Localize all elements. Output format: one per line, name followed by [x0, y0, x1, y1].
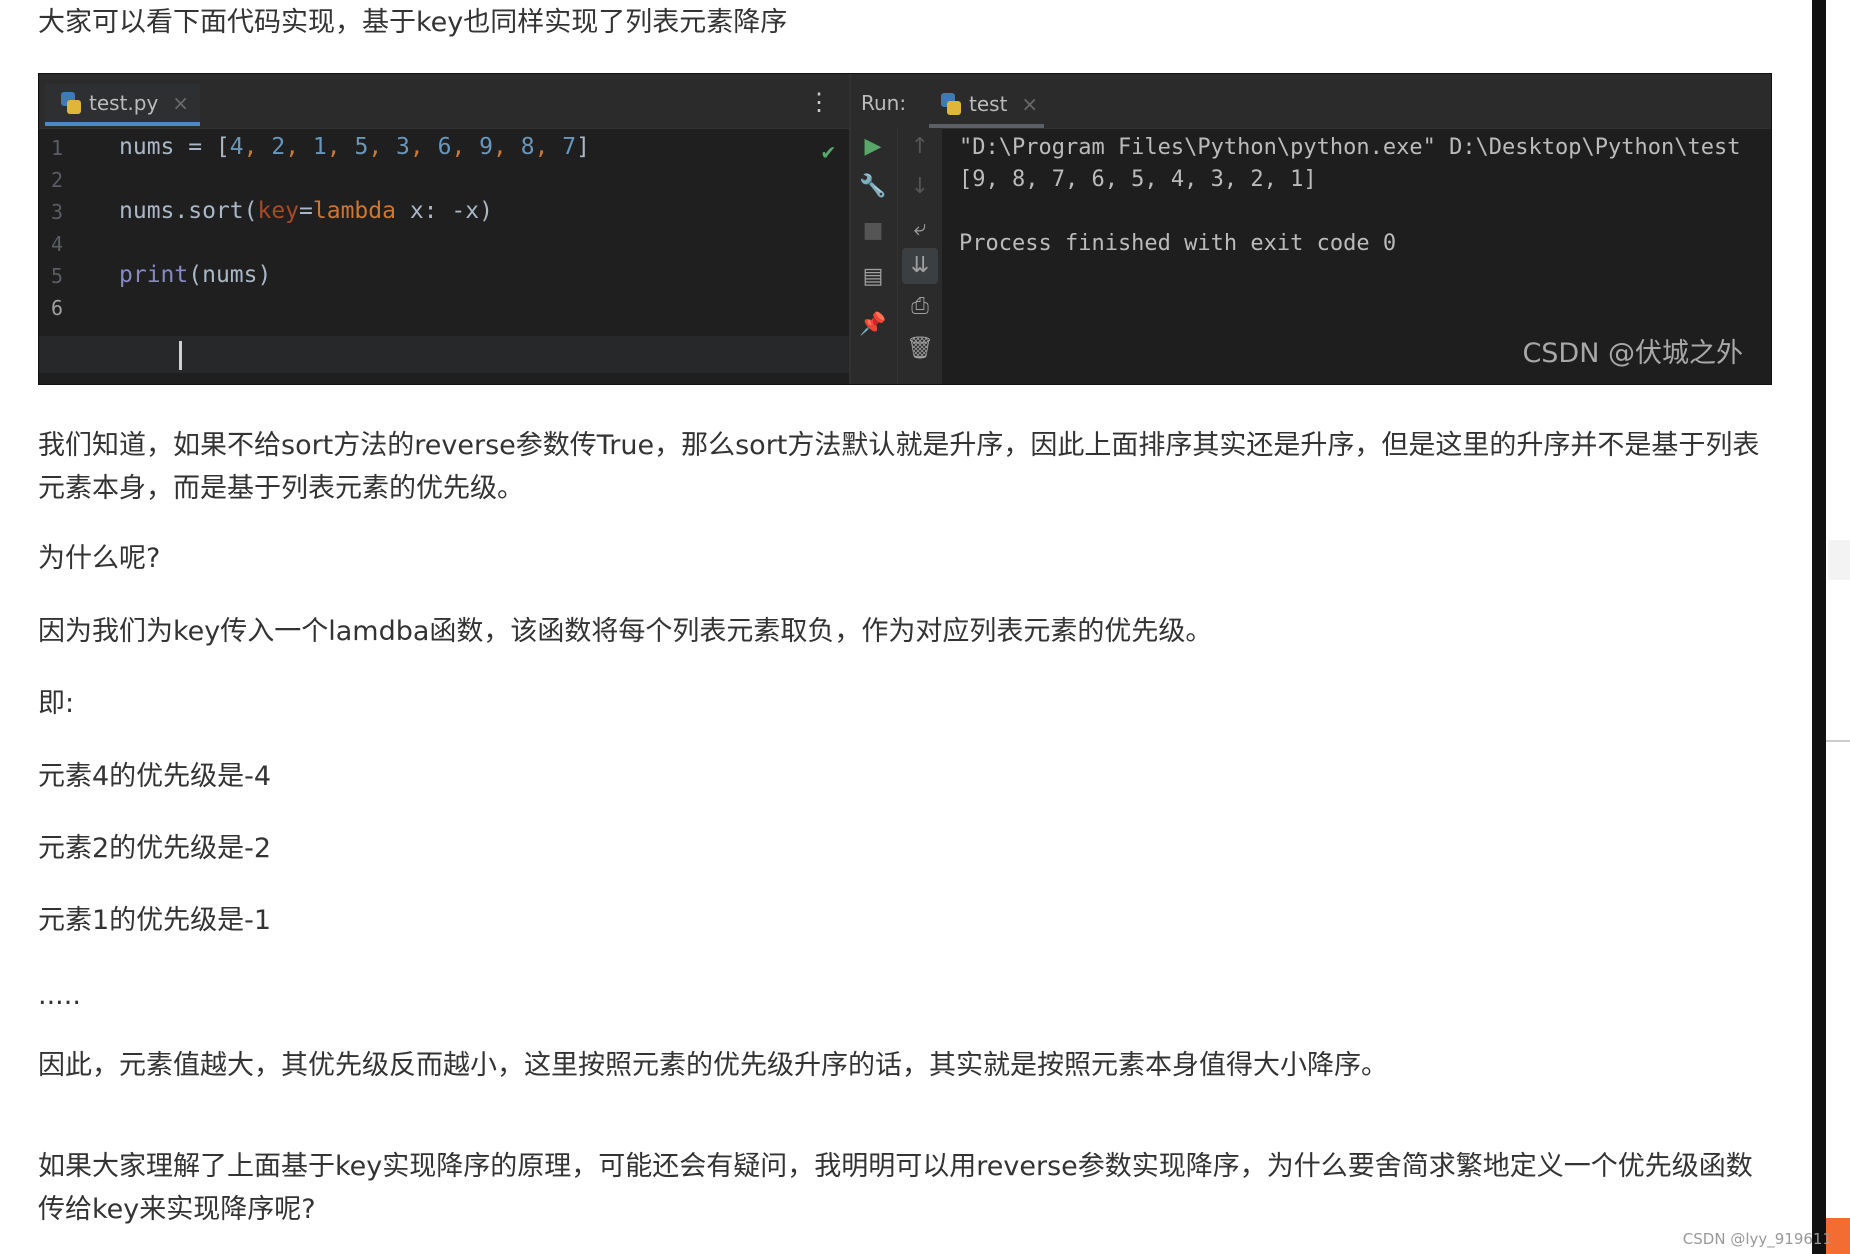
- code-token: (nums): [188, 262, 272, 288]
- current-line-highlight: [39, 336, 849, 373]
- run-tab-test[interactable]: test ×: [929, 84, 1044, 128]
- line-number: 4: [51, 232, 64, 256]
- code-token: nums.sort(: [119, 198, 258, 224]
- soft-wrap-icon[interactable]: ⤶: [898, 216, 942, 241]
- trash-icon[interactable]: 🗑: [898, 336, 942, 361]
- text-caret: [179, 341, 182, 370]
- code-number: 6: [437, 134, 452, 160]
- run-toolbar-right: ↑ ↓ ⤶ ⇊ ⎙ 🗑: [897, 128, 942, 384]
- code-param: key: [257, 198, 300, 224]
- paragraph: .....: [38, 980, 81, 1011]
- editor-tab-test-py[interactable]: test.py ×: [45, 84, 200, 126]
- editor-tab-bar: test.py × ⋮: [39, 74, 849, 129]
- editor-tab-label: test.py: [89, 91, 159, 115]
- paragraph: 为什么呢?: [38, 543, 161, 574]
- print-icon[interactable]: ⎙: [898, 294, 942, 319]
- code-line-1[interactable]: nums = [4, 2, 1, 5, 3, 6, 9, 8, 7]: [119, 134, 590, 160]
- paragraph: 因为我们为key传入一个lamdba函数，该函数将每个列表元素取负，作为对应列表…: [38, 616, 1213, 647]
- console-line: Process finished with exit code 0: [959, 231, 1397, 256]
- close-icon[interactable]: ×: [172, 91, 189, 115]
- paragraph: 因此，元素值越大，其优先级反而越小，这里按照元素的优先级升序的话，其实就是按照元…: [38, 1050, 1388, 1081]
- wrench-icon[interactable]: 🔧: [851, 174, 895, 199]
- python-file-icon: [61, 92, 81, 114]
- code-builtin: print: [119, 262, 189, 288]
- code-token: ]: [576, 134, 590, 160]
- paragraph: 如果大家理解了上面基于key实现降序的原理，可能还会有疑问，我明明可以用reve…: [38, 1151, 1753, 1225]
- line-gutter: 1 2 3 4 5 6: [39, 128, 99, 384]
- code-line-3[interactable]: nums.sort(key=lambda x: -x): [119, 198, 493, 224]
- code-comma: ,: [493, 134, 521, 160]
- code-token: x: -x): [395, 198, 493, 224]
- line-number: 3: [51, 200, 64, 224]
- code-number: 5: [354, 134, 369, 160]
- code-token: =: [299, 198, 313, 224]
- run-label: Run:: [861, 91, 907, 115]
- run-tab-label: test: [969, 92, 1008, 116]
- ide-screenshot: test.py × ⋮ 1 2 3 4 5 6 nums = [4, 2, 1,…: [38, 73, 1772, 385]
- csdn-watermark: CSDN @伏城之外: [1522, 338, 1743, 369]
- arrow-down-icon[interactable]: ↓: [898, 174, 942, 199]
- check-icon: ✔: [821, 140, 835, 165]
- code-number: 9: [479, 134, 494, 160]
- code-comma: ,: [243, 134, 272, 160]
- scroll-end-icon[interactable]: ⇊: [902, 248, 938, 284]
- code-number: 8: [520, 134, 535, 160]
- code-number: 7: [562, 134, 577, 160]
- side-panel-tab[interactable]: [1828, 540, 1850, 580]
- run-toolbar-left: ▶ 🔧 ■ ▤ 📌: [851, 128, 897, 384]
- line-number: 6: [51, 296, 64, 320]
- console-line: "D:\Program Files\Python\python.exe" D:\…: [959, 135, 1741, 160]
- code-comma: ,: [326, 134, 355, 160]
- intro-paragraph: 大家可以看下面代码实现，基于key也同样实现了列表元素降序: [38, 7, 788, 38]
- close-icon[interactable]: ×: [1021, 92, 1038, 116]
- code-comma: ,: [534, 134, 563, 160]
- console-line: [9, 8, 7, 6, 5, 4, 3, 2, 1]: [959, 167, 1317, 192]
- arrow-up-icon[interactable]: ↑: [898, 134, 942, 159]
- footer-watermark: CSDN @lyy_919611: [1682, 1230, 1832, 1248]
- run-tab-bar: Run: test ×: [851, 74, 1771, 129]
- run-panel: Run: test × ▶ 🔧 ■ ▤ 📌 ↑ ↓ ⤶ ⇊ ⎙ 🗑 "D:\Pr…: [851, 74, 1771, 384]
- code-number: 2: [271, 134, 286, 160]
- python-icon: [941, 93, 961, 115]
- code-line-5[interactable]: print(nums): [119, 262, 271, 288]
- stop-icon[interactable]: ■: [851, 218, 895, 243]
- code-comma: ,: [409, 134, 438, 160]
- line-number: 2: [51, 168, 64, 192]
- pin-icon[interactable]: 📌: [851, 312, 895, 337]
- paragraph: 元素2的优先级是-2: [38, 833, 272, 864]
- code-number: 4: [229, 134, 244, 160]
- paragraph: 元素4的优先级是-4: [38, 761, 272, 792]
- paragraph: 即:: [38, 688, 75, 719]
- scrollbar[interactable]: [1812, 0, 1826, 1254]
- code-comma: ,: [451, 134, 480, 160]
- line-number: 1: [51, 136, 64, 160]
- code-token: nums = [: [119, 134, 230, 160]
- more-vert-icon[interactable]: ⋮: [807, 90, 831, 114]
- paragraph: 元素1的优先级是-1: [38, 905, 272, 936]
- divider-line: [1826, 740, 1850, 742]
- line-number: 5: [51, 264, 64, 288]
- layout-icon[interactable]: ▤: [851, 264, 895, 289]
- code-number: 1: [312, 134, 327, 160]
- paragraph: 我们知道，如果不给sort方法的reverse参数传True，那么sort方法默…: [38, 430, 1760, 504]
- play-icon[interactable]: ▶: [851, 134, 895, 159]
- code-comma: ,: [368, 134, 397, 160]
- code-number: 3: [396, 134, 410, 160]
- code-editor: test.py × ⋮ 1 2 3 4 5 6 nums = [4, 2, 1,…: [39, 74, 849, 384]
- code-comma: ,: [285, 134, 313, 160]
- code-keyword: lambda: [312, 198, 396, 224]
